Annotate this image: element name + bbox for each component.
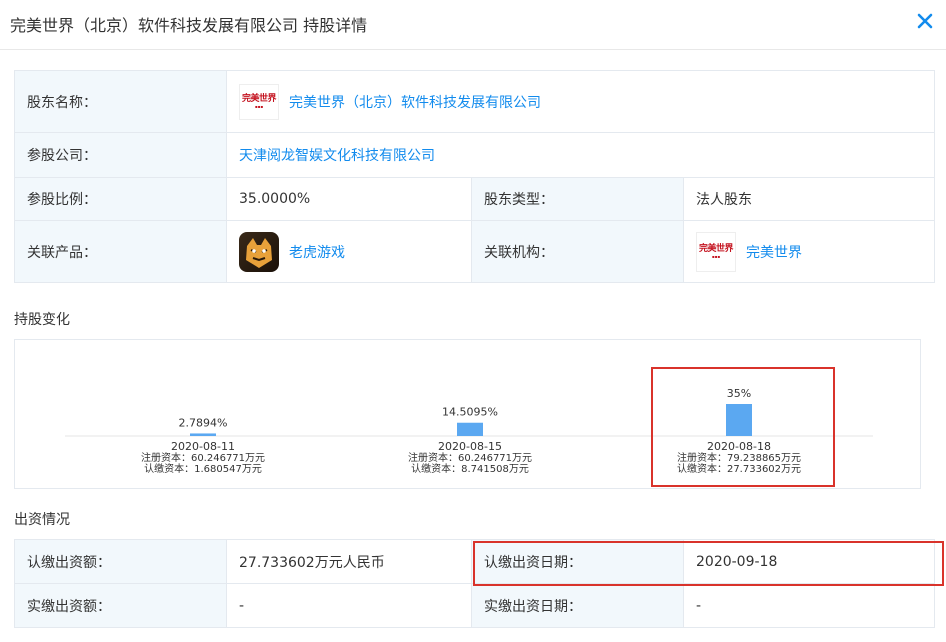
perfect-world-logo: 完美世界 ▪▪▪: [696, 231, 736, 272]
chart-detail-label: 认缴资本：1.680547万元: [144, 462, 262, 475]
shareholding-info-table: 股东名称： 完美世界 ▪▪▪ 完美世界（北京）软件科技发展有限公司 参股公司： …: [14, 70, 935, 283]
chart-svg: 2.7894%2020-08-11注册资本：60.246771万元认缴资本：1.…: [65, 387, 873, 475]
chart-detail-label: 注册资本：79.238865万元: [677, 451, 801, 464]
paid-amount-value: -: [226, 583, 472, 628]
table-row: 关联产品： 老虎游戏 关联机构： 完美世界 ▪▪▪ 完美世界: [14, 220, 935, 283]
subscribed-amount-label: 认缴出资额：: [14, 539, 227, 584]
chart-section-title: 持股变化: [14, 312, 70, 328]
chart-detail-label: 注册资本：60.246771万元: [408, 451, 532, 464]
investee-label: 参股公司：: [14, 132, 227, 178]
type-value: 法人股东: [683, 177, 935, 221]
paid-amount-label: 实缴出资额：: [14, 583, 227, 628]
dialog-title: 完美世界（北京）软件科技发展有限公司 持股详情: [10, 16, 368, 35]
chart-detail-label: 注册资本：60.246771万元: [141, 451, 265, 464]
chart-category-label: 2020-08-18: [707, 440, 771, 453]
dialog-header: 完美世界（北京）软件科技发展有限公司 持股详情: [0, 0, 946, 50]
investee-cell: 天津阅龙智娱文化科技有限公司: [226, 132, 935, 178]
table-row: 实缴出资额： - 实缴出资日期： -: [14, 583, 935, 628]
chart-value-label: 14.5095%: [442, 406, 498, 419]
chart-bar[interactable]: [726, 404, 752, 436]
table-row: 参股公司： 天津阅龙智娱文化科技有限公司: [14, 132, 935, 178]
shareholder-label: 股东名称：: [14, 70, 227, 133]
table-row: 股东名称： 完美世界 ▪▪▪ 完美世界（北京）软件科技发展有限公司: [14, 70, 935, 133]
org-cell: 完美世界 ▪▪▪ 完美世界: [683, 220, 935, 283]
org-link[interactable]: 完美世界: [746, 242, 802, 262]
ratio-label: 参股比例：: [14, 177, 227, 221]
investee-link[interactable]: 天津阅龙智娱文化科技有限公司: [239, 148, 435, 164]
chart-value-label: 2.7894%: [179, 416, 228, 429]
subscribed-date-label: 认缴出资日期：: [471, 539, 684, 584]
paid-date-label: 实缴出资日期：: [471, 583, 684, 628]
ratio-value: 35.0000%: [226, 177, 472, 221]
product-label: 关联产品：: [14, 220, 227, 283]
chart-detail-label: 认缴资本：8.741508万元: [411, 462, 529, 475]
product-link[interactable]: 老虎游戏: [289, 242, 345, 262]
product-cell: 老虎游戏: [226, 220, 472, 283]
paid-date-value: -: [683, 583, 935, 628]
chart-bar[interactable]: [190, 433, 216, 436]
investment-table: 认缴出资额： 27.733602万元人民币 认缴出资日期： 2020-09-18…: [14, 539, 935, 628]
chart-value-label: 35%: [727, 387, 751, 400]
chart-bar[interactable]: [457, 422, 483, 436]
perfect-world-logo: 完美世界 ▪▪▪: [239, 83, 279, 120]
close-icon[interactable]: [914, 10, 936, 32]
subscribed-date-value: 2020-09-18: [683, 539, 935, 584]
tiger-game-icon: [239, 231, 279, 272]
table-row: 认缴出资额： 27.733602万元人民币 认缴出资日期： 2020-09-18: [14, 539, 935, 584]
type-label: 股东类型：: [471, 177, 684, 221]
shareholder-link[interactable]: 完美世界（北京）软件科技发展有限公司: [289, 92, 541, 112]
table-row: 参股比例： 35.0000% 股东类型： 法人股东: [14, 177, 935, 221]
invest-section-title: 出资情况: [14, 512, 70, 528]
chart-category-label: 2020-08-15: [438, 440, 502, 453]
shareholder-cell: 完美世界 ▪▪▪ 完美世界（北京）软件科技发展有限公司: [226, 70, 935, 133]
shareholding-chart: 2.7894% 2020-08-11 注册资本：60.246771万元 认缴资本：1.…: [14, 339, 921, 489]
subscribed-amount-value: 27.733602万元人民币: [226, 539, 472, 584]
chart-category-label: 2020-08-11: [171, 440, 235, 453]
org-label: 关联机构：: [471, 220, 684, 283]
chart-detail-label: 认缴资本：27.733602万元: [677, 462, 801, 475]
